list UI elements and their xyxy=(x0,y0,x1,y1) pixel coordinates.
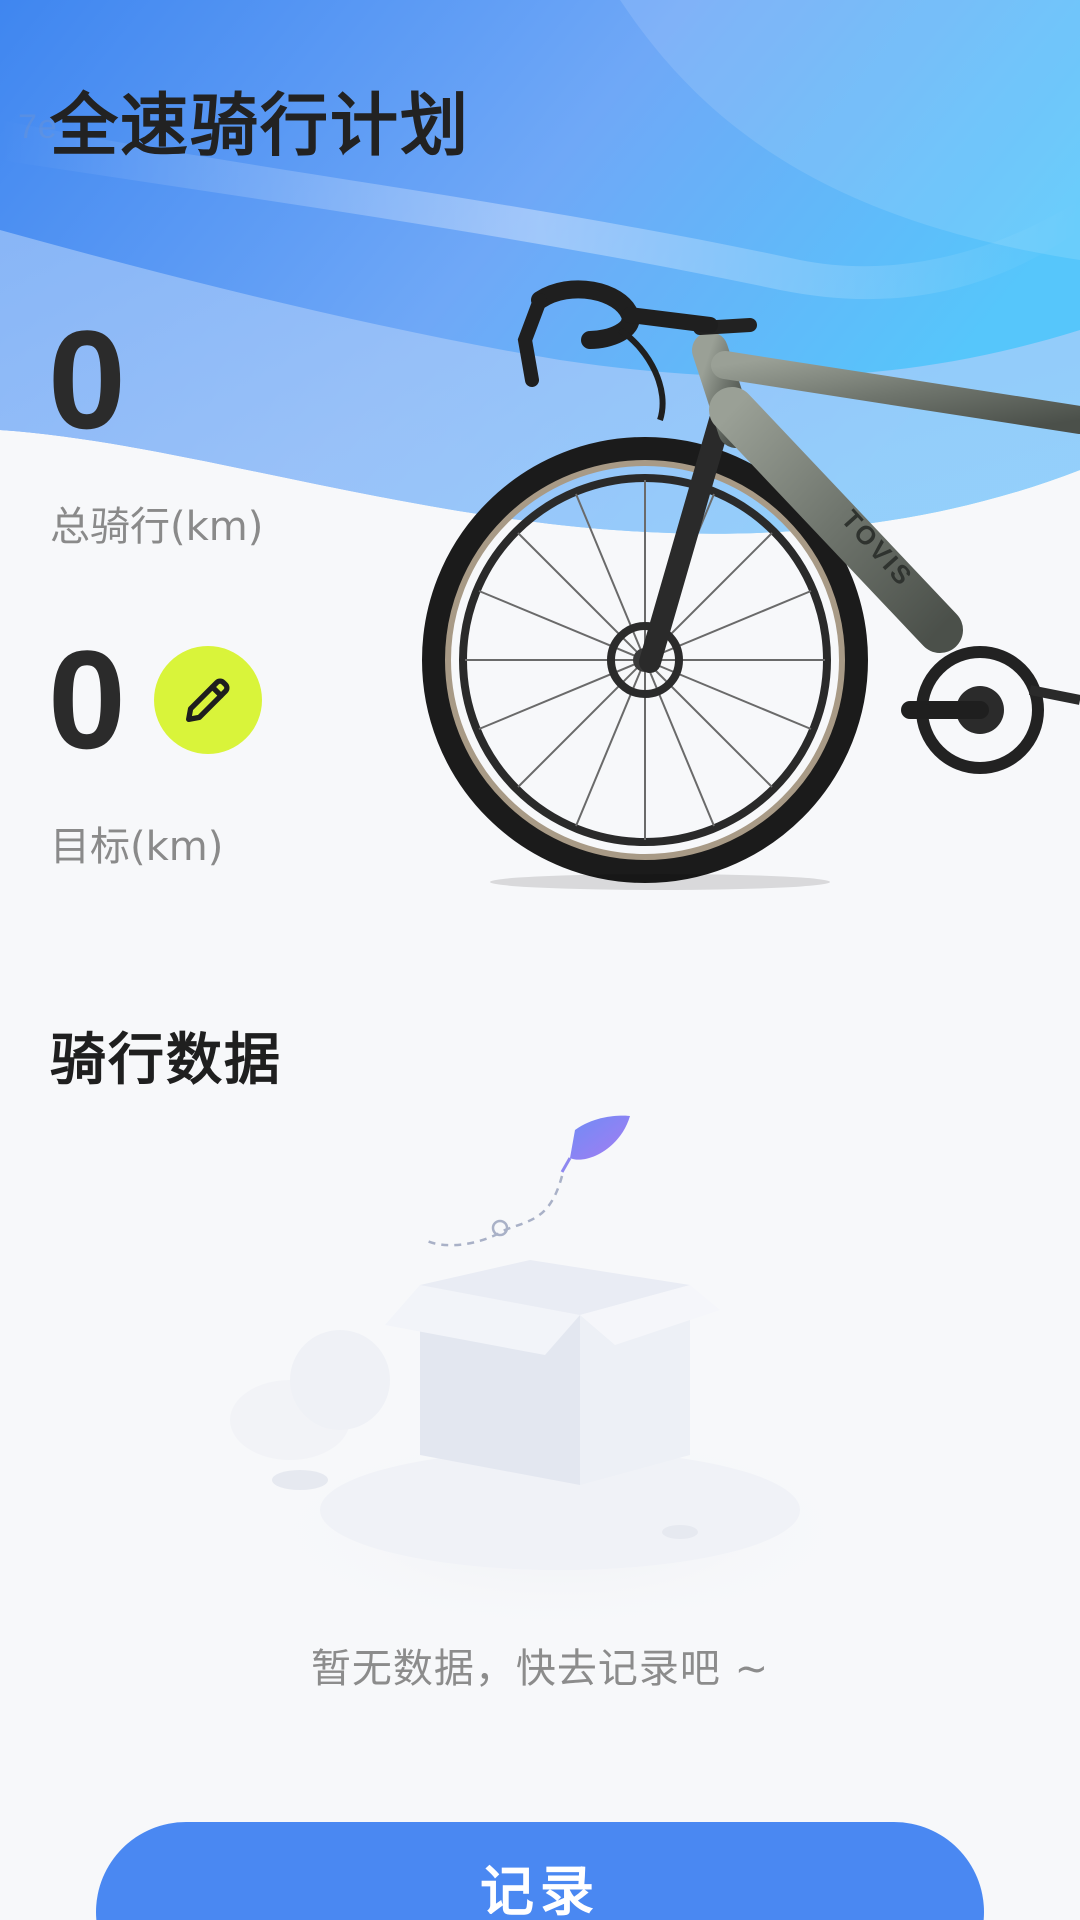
goal-distance-label: 目标(km) xyxy=(50,824,224,870)
bicycle-image: TOVIS xyxy=(422,280,1080,890)
total-distance-label: 总骑行(km) xyxy=(50,504,264,550)
edit-goal-button[interactable] xyxy=(154,646,262,754)
riding-data-section-title: 骑行数据 xyxy=(50,1028,282,1093)
riding-plan-screen: 7e 全速骑行计划 0 总骑行(km) 0 目标(km) TOVIS 骑行数据 … xyxy=(0,0,1080,1920)
pencil-icon xyxy=(186,678,230,722)
empty-state-message: 暂无数据，快去记录吧 ~ xyxy=(310,1646,770,1692)
total-distance-value: 0 xyxy=(48,301,126,458)
page-title: 全速骑行计划 xyxy=(50,87,471,166)
empty-box-illustration xyxy=(230,1115,880,1630)
goal-distance-value: 0 xyxy=(48,621,126,778)
record-button[interactable]: 记录 xyxy=(96,1822,984,1920)
